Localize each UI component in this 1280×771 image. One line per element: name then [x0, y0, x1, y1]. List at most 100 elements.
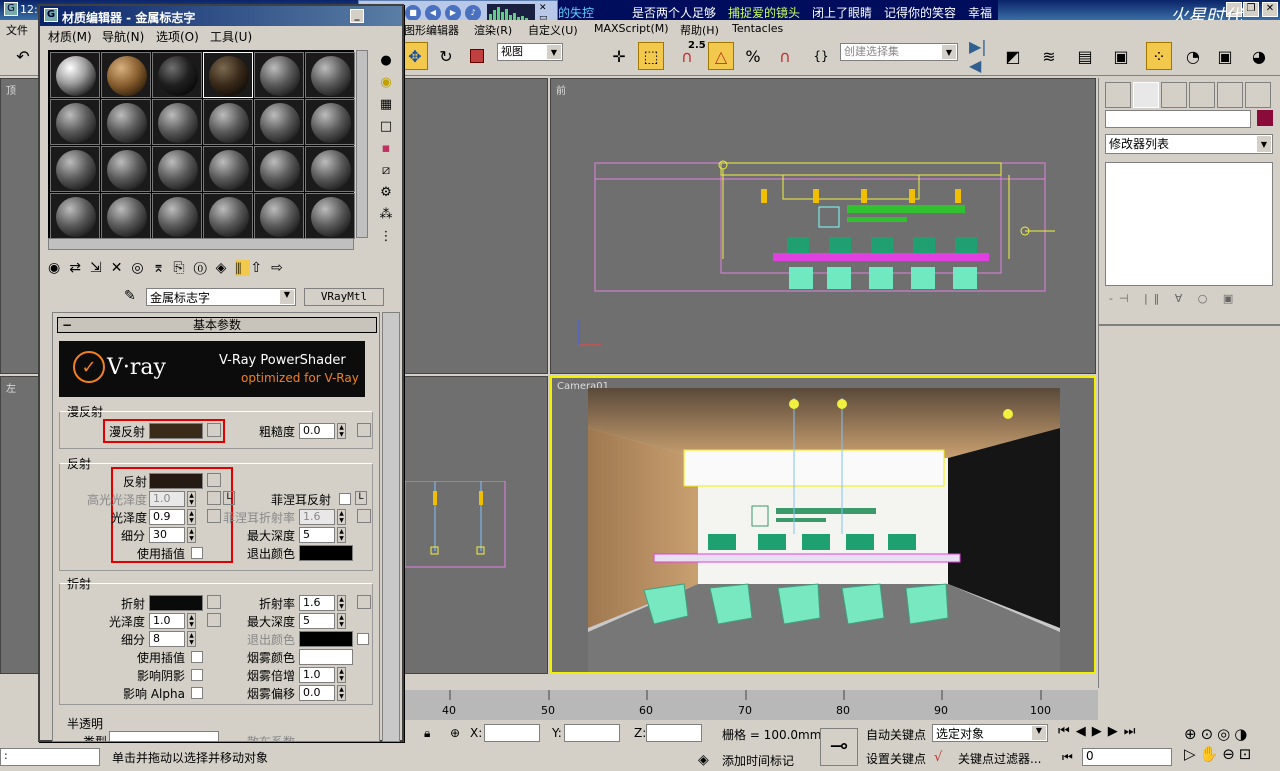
affect-shadows-checkbox[interactable] [191, 669, 203, 681]
assign-to-selection-icon[interactable]: ⇲ [90, 260, 111, 276]
auto-key-button[interactable]: 自动关键点 [866, 726, 926, 743]
uv-tiling-icon[interactable]: □ [372, 116, 400, 138]
rollout-basic-params[interactable]: − 基本参数 [57, 317, 377, 333]
reflect-map-button[interactable] [207, 473, 221, 487]
next-icon[interactable]: ▶ [445, 5, 461, 21]
fresnel-ior-spinner[interactable]: ▲ ▼ [337, 509, 346, 525]
fresnel-ior-input[interactable]: 1.6 [299, 509, 335, 525]
roughness-input[interactable]: 0.0 [299, 423, 335, 439]
material-name-field[interactable]: 金属标志字 ▼ [146, 288, 296, 306]
y-coordinate-field[interactable] [564, 724, 620, 742]
sample-slot[interactable] [254, 193, 304, 239]
ior-spinner[interactable]: ▲ ▼ [337, 595, 346, 611]
modify-tab-icon[interactable] [1133, 82, 1159, 108]
reset-map-icon[interactable]: ✕ [111, 260, 132, 276]
parameters-scrollbar[interactable] [382, 312, 400, 742]
key-filters-button[interactable]: 关键点过滤器... [958, 750, 1041, 767]
modifier-list-dropdown[interactable]: 修改器列表 ▼ [1105, 134, 1273, 154]
make-unique-icon[interactable]: ⌆ [153, 260, 174, 276]
pivot-icon[interactable]: ✛ [606, 42, 632, 70]
sample-slot[interactable] [152, 52, 202, 98]
slot-scrollbar-vertical[interactable] [356, 50, 368, 238]
named-selection-icon[interactable]: {} [808, 42, 834, 70]
refract-subdivs-input[interactable]: 8 [149, 631, 185, 647]
current-frame-field[interactable]: 0 [1082, 748, 1172, 766]
refract-gloss-input[interactable]: 1.0 [149, 613, 185, 629]
undo-icon[interactable]: ↶ [10, 42, 36, 70]
rotate-icon[interactable]: ↻ [433, 42, 459, 70]
options-icon[interactable]: ⚙ [372, 182, 400, 204]
motion-tab-icon[interactable] [1189, 82, 1215, 108]
reflect-interp-checkbox[interactable] [191, 547, 203, 559]
hierarchy-tab-icon[interactable] [1161, 82, 1187, 108]
menu-tentacles[interactable]: Tentacles [732, 22, 783, 35]
sample-slot[interactable] [152, 146, 202, 192]
reflect-gloss-spinner[interactable]: ▲ ▼ [187, 509, 196, 525]
display-tab-icon[interactable] [1217, 82, 1243, 108]
reflect-maxdepth-spinner[interactable]: ▲ ▼ [337, 527, 346, 543]
menu-options[interactable]: 选项(O) [156, 28, 199, 45]
hilight-gloss-input[interactable]: 1.0 [149, 491, 185, 507]
go-forward-icon[interactable]: ⇨ [271, 260, 292, 276]
angle-snap-icon[interactable]: △ [708, 42, 734, 70]
x-coordinate-field[interactable] [484, 724, 540, 742]
material-type-button[interactable]: VRayMtl [304, 288, 384, 306]
menu-material[interactable]: 材质(M) [48, 28, 92, 45]
render-frame-icon[interactable]: ▣ [1212, 42, 1238, 70]
named-selection-input[interactable]: 创建选择集 ▼ [840, 43, 958, 61]
key-icon[interactable]: ⊸ [820, 728, 858, 766]
video-color-check-icon[interactable]: ▪ [372, 138, 400, 160]
slot-scrollbar-horizontal[interactable] [48, 238, 354, 250]
fresnel-ior-map-button[interactable] [357, 509, 371, 523]
viewport-nav-controls[interactable]: ⊕⊙◎◑ ▷✋⊖⊡ [1184, 724, 1278, 766]
sample-slot[interactable] [50, 146, 100, 192]
fog-color-swatch[interactable] [299, 649, 353, 665]
maxscript-listener[interactable]: : [0, 748, 100, 766]
select-move-icon[interactable]: ✥ [402, 42, 428, 70]
playback-controls[interactable]: ⏮◀▶▶⏭ [1058, 724, 1178, 742]
affect-alpha-checkbox[interactable] [191, 687, 203, 699]
sample-slot[interactable] [254, 146, 304, 192]
get-material-icon[interactable]: ◉ [48, 260, 69, 276]
mirror-icon[interactable]: ▶|◀ [968, 37, 994, 75]
material-effects-icon[interactable]: ⓪ [194, 260, 216, 276]
menu-file[interactable]: 文件 [6, 22, 28, 38]
sample-slot[interactable] [305, 99, 355, 145]
stop-icon[interactable]: ■ [405, 5, 421, 21]
sample-slot[interactable] [101, 146, 151, 192]
fog-mult-spinner[interactable]: ▲ ▼ [337, 667, 346, 683]
viewport-camera[interactable]: Camera01 [550, 376, 1096, 674]
render-setup-icon[interactable]: ◔ [1180, 42, 1206, 70]
modifier-stack[interactable] [1105, 162, 1273, 286]
time-config-icon[interactable]: ⏮ [1062, 750, 1073, 765]
menu-help[interactable]: 帮助(H) [680, 22, 719, 38]
sample-slot[interactable] [101, 52, 151, 98]
sample-slot-active[interactable] [203, 52, 253, 98]
reflect-gloss-map-button[interactable] [207, 509, 221, 523]
select-manipulate-icon[interactable]: ⬚ [638, 42, 664, 70]
hilight-gloss-map-button[interactable] [207, 491, 221, 505]
player-close-icon[interactable]: ✕ [539, 3, 553, 13]
percent-snap-icon[interactable]: % [740, 42, 766, 70]
refract-gloss-spinner[interactable]: ▲ ▼ [187, 613, 196, 629]
sample-slot[interactable] [101, 99, 151, 145]
background-icon[interactable]: ▦ [372, 94, 400, 116]
volume-icon[interactable]: ♪ [465, 5, 481, 21]
sample-slot[interactable] [50, 99, 100, 145]
sample-slot[interactable] [305, 52, 355, 98]
put-to-library-icon[interactable]: ⎘ [173, 260, 193, 276]
time-tag-icon[interactable]: ◈ [698, 752, 709, 768]
material-navigator-icon[interactable]: ⋮ [372, 226, 400, 248]
translucent-type-dropdown[interactable] [109, 731, 219, 741]
object-name-input[interactable] [1105, 110, 1251, 128]
fog-bias-spinner[interactable]: ▲ ▼ [337, 685, 346, 701]
sample-slot[interactable] [203, 99, 253, 145]
quick-render-icon[interactable]: ◕ [1246, 42, 1272, 70]
sample-slot[interactable] [305, 193, 355, 239]
refract-maxdepth-spinner[interactable]: ▲ ▼ [337, 613, 346, 629]
make-preview-icon[interactable]: ⧄ [372, 160, 400, 182]
ior-input[interactable]: 1.6 [299, 595, 335, 611]
refract-exit-color-swatch[interactable] [299, 631, 353, 647]
sample-slot[interactable] [254, 52, 304, 98]
roughness-spinner[interactable]: ▲ ▼ [337, 423, 346, 439]
